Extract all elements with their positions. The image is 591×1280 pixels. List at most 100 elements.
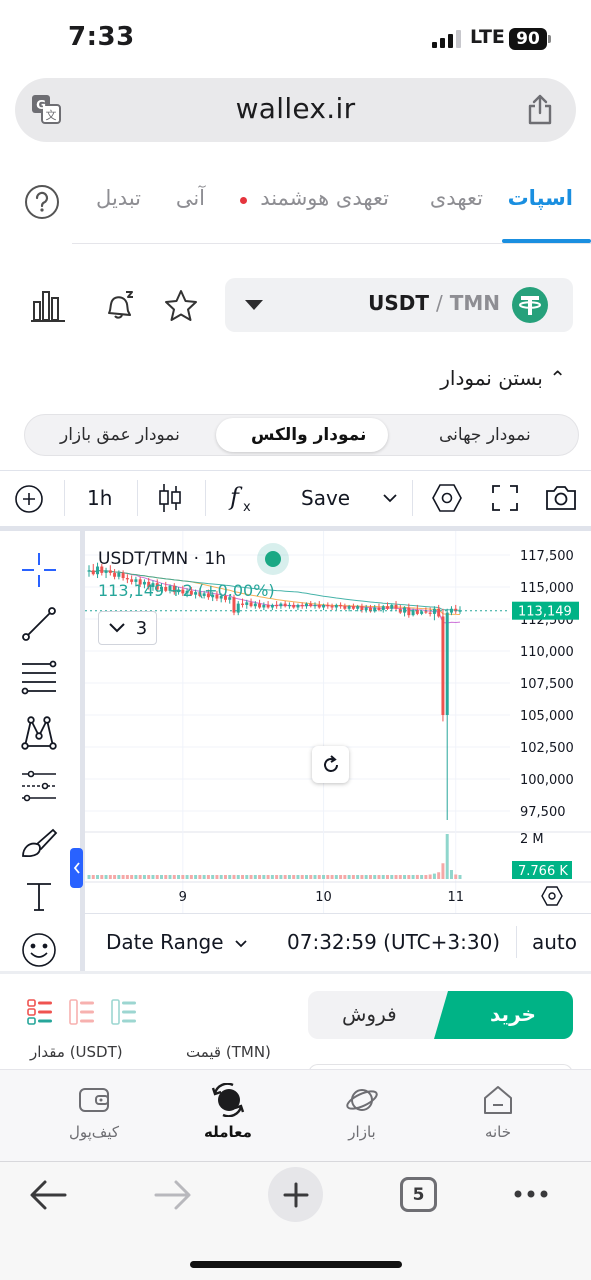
candlestick-type-icon[interactable] <box>157 482 183 514</box>
volume-bar <box>309 875 313 879</box>
volume-bar <box>364 875 368 879</box>
svg-text:f: f <box>228 483 243 511</box>
volume-bar <box>454 874 458 879</box>
reset-chart-button[interactable] <box>312 746 349 783</box>
tab-global-chart[interactable]: نمودار جهانی <box>439 425 531 445</box>
date-range-label: Date Range <box>106 930 224 954</box>
back-arrow-icon[interactable] <box>29 1179 67 1211</box>
share-icon[interactable] <box>526 93 554 125</box>
auto-scale-button[interactable]: auto <box>532 930 577 954</box>
pattern-tool-icon[interactable] <box>19 712 59 752</box>
candle-body <box>245 602 249 605</box>
home-icon <box>484 1086 512 1114</box>
wallet-icon <box>79 1088 109 1112</box>
volume-bar <box>415 874 419 879</box>
chevron-down-icon <box>109 623 125 633</box>
indicators-fx-icon[interactable]: fx <box>228 482 258 514</box>
nav-wallet[interactable]: کیف‌پول <box>44 1083 144 1141</box>
volume-bar <box>279 875 283 879</box>
bar-chart-icon[interactable] <box>30 288 66 324</box>
tab-switcher-button[interactable]: 5 <box>400 1177 437 1212</box>
trend-line-icon[interactable] <box>19 604 59 644</box>
chevron-down-icon <box>235 939 247 947</box>
volume-bar <box>437 872 441 879</box>
price-tick-label: 102,500 <box>520 741 574 756</box>
candle-body <box>411 610 415 616</box>
date-range-button[interactable]: Date Range <box>106 930 248 954</box>
volume-bar <box>168 875 172 879</box>
url-text[interactable]: wallex.ir <box>0 92 591 125</box>
fullscreen-icon[interactable] <box>491 484 519 512</box>
volume-bar <box>138 875 142 879</box>
tab-instant[interactable]: آنی <box>176 186 205 210</box>
tab-depth-chart[interactable]: نمودار عمق بازار <box>60 425 180 445</box>
volume-bar <box>381 875 385 879</box>
brush-icon[interactable] <box>19 822 59 862</box>
help-icon[interactable] <box>24 184 60 220</box>
nav-home[interactable]: خانه <box>448 1083 548 1141</box>
emoji-icon[interactable] <box>19 930 59 970</box>
new-tab-button[interactable] <box>268 1167 323 1222</box>
volume-bar <box>432 873 436 879</box>
chart-clock[interactable]: 07:32:59 (UTC+3:30) <box>287 930 500 954</box>
volume-bar <box>377 875 381 879</box>
buy-label[interactable]: خرید <box>490 1002 536 1026</box>
sell-tab[interactable]: فروش <box>342 1002 397 1026</box>
nav-trade[interactable]: معامله <box>178 1083 278 1141</box>
volume-bar <box>249 875 253 879</box>
more-icon[interactable] <box>513 1189 549 1199</box>
prediction-tool-icon[interactable] <box>19 766 59 806</box>
volume-bar <box>420 875 424 879</box>
tab-wallex-chart[interactable]: نمودار والکس <box>251 425 366 445</box>
footer-separator <box>516 926 517 958</box>
candle-body <box>424 611 428 613</box>
candle-body <box>87 570 91 572</box>
candle-body <box>313 604 317 607</box>
candle-body <box>339 604 343 607</box>
volume-bar <box>147 875 151 879</box>
tab-futures[interactable]: تعهدی <box>430 186 483 210</box>
volume-bar <box>356 875 360 879</box>
price-tick-label: 107,500 <box>520 677 574 692</box>
volume-bar <box>266 875 270 879</box>
chevron-down-icon[interactable] <box>382 492 398 504</box>
tab-spot[interactable]: اسپات <box>508 186 573 210</box>
market-pair[interactable]: USDT / TMN <box>368 291 500 315</box>
candle-body <box>326 604 330 607</box>
volume-bar <box>270 875 274 879</box>
signal-icon <box>432 30 464 48</box>
fib-retracement-icon[interactable] <box>19 658 59 698</box>
volume-bar <box>155 875 159 879</box>
volume-bar <box>219 875 223 879</box>
trade-exchange-icon <box>211 1083 245 1117</box>
candle-body <box>275 604 279 607</box>
candle-body <box>296 604 300 608</box>
chevron-down-icon[interactable] <box>245 300 263 310</box>
close-chart-toggle[interactable]: بستن نمودار ⌃ <box>440 366 566 390</box>
save-button[interactable]: Save <box>301 486 350 510</box>
volume-bar <box>386 875 389 879</box>
toolbar-collapse-handle[interactable] <box>70 848 83 888</box>
candle-body <box>113 572 117 577</box>
candle-body <box>334 604 338 608</box>
volume-bar <box>241 875 245 879</box>
candle-body <box>91 570 95 575</box>
volume-bar <box>125 875 129 879</box>
price-alert-bell-icon[interactable] <box>100 288 136 324</box>
volume-bar <box>330 875 334 879</box>
volume-bar <box>313 875 317 879</box>
nav-market[interactable]: بازار <box>312 1083 412 1141</box>
forward-arrow-icon[interactable] <box>154 1179 192 1211</box>
volume-bar <box>215 875 219 879</box>
tab-convert[interactable]: تبدیل <box>96 186 141 210</box>
settings-hexagon-icon[interactable] <box>431 483 463 513</box>
add-symbol-icon[interactable] <box>14 484 44 514</box>
crosshair-icon[interactable] <box>19 550 59 590</box>
interval-button[interactable]: 1h <box>87 486 112 510</box>
favorite-star-icon[interactable] <box>163 288 199 324</box>
indicators-toggle[interactable]: 3 <box>98 611 157 645</box>
volume-bar <box>202 875 206 879</box>
camera-snapshot-icon[interactable] <box>544 484 578 512</box>
text-tool-icon[interactable] <box>19 876 59 916</box>
tab-smart-futures[interactable]: تعهدی هوشمند <box>260 186 389 210</box>
